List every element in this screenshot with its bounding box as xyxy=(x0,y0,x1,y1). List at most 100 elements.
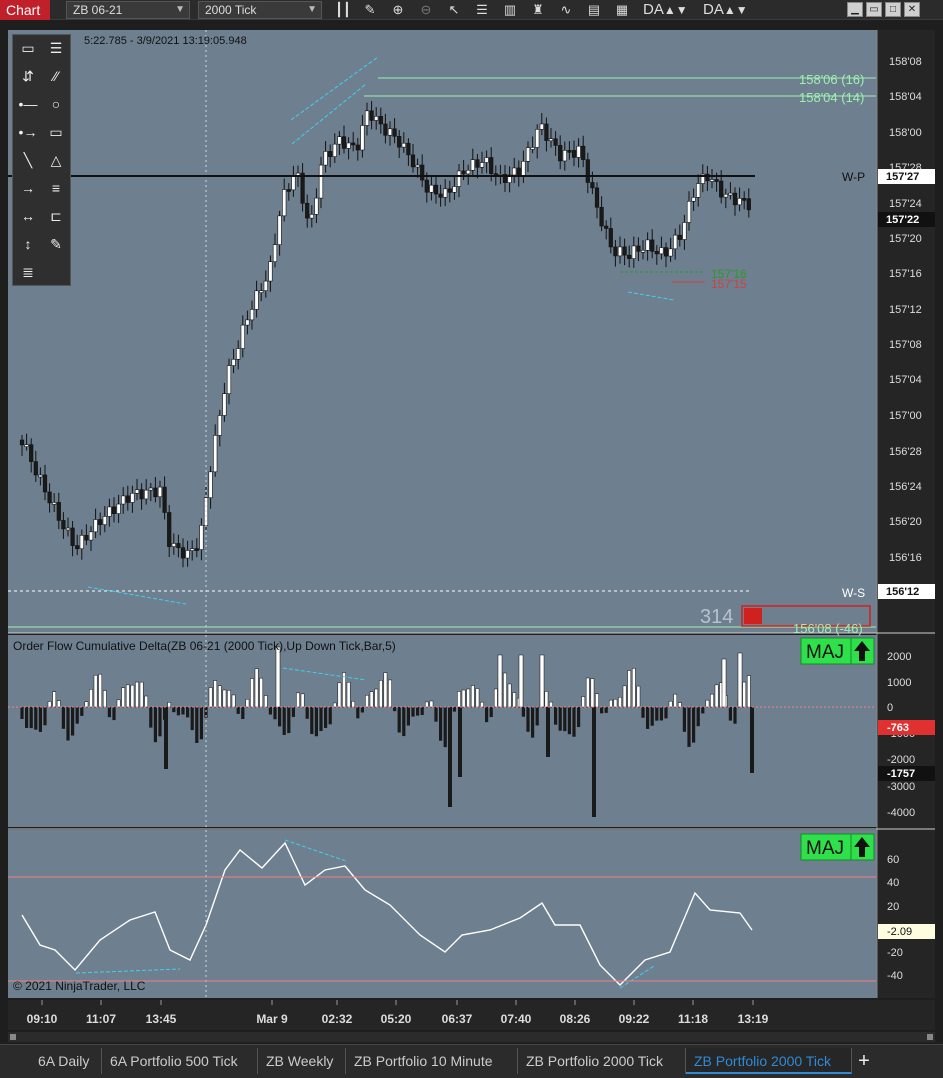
line-chart-icon[interactable]: ∿ xyxy=(557,1,575,19)
instrument-selector[interactable]: ZB 06-21 ▼ xyxy=(66,1,190,19)
price-tick-label: 156'16 xyxy=(889,552,922,564)
time-tick-label: Mar 9 xyxy=(256,1012,288,1026)
candle-body xyxy=(111,506,117,514)
candle-body xyxy=(415,164,420,168)
delta-bar xyxy=(337,682,342,708)
delta-bar xyxy=(332,702,337,708)
level-label: 158'06 (16) xyxy=(799,72,864,87)
candle-body xyxy=(162,486,167,513)
candle-body xyxy=(240,324,245,349)
zoom-in-icon[interactable]: ⊕ xyxy=(389,1,407,19)
horizontal-scrollbar[interactable] xyxy=(8,1032,935,1042)
pencil-icon[interactable]: ✎ xyxy=(361,1,379,19)
rectangle-icon[interactable]: ▭ xyxy=(44,120,68,144)
extended-line-icon[interactable]: ╲ xyxy=(16,148,40,172)
price-panel[interactable] xyxy=(8,30,877,633)
candle-body xyxy=(93,519,98,533)
vertical-line-icon[interactable]: ↕ xyxy=(16,232,40,256)
da-label: DA xyxy=(703,1,724,18)
delta-indicator-title: Order Flow Cumulative Delta(ZB 06-21 (20… xyxy=(13,639,396,653)
add-tab-icon[interactable]: + xyxy=(852,1048,876,1074)
delta-bar xyxy=(245,699,250,708)
horizontal-ray-icon[interactable]: ↔ xyxy=(16,204,40,228)
delta-bar xyxy=(728,707,732,721)
delta-panel[interactable] xyxy=(8,635,877,827)
copyright-text: © 2021 NinjaTrader, LLC xyxy=(13,979,146,993)
tab-zb-portfolio-2000[interactable]: ZB Portfolio 2000 Tick xyxy=(518,1048,686,1074)
da-button-2[interactable]: DA▲▼ xyxy=(703,1,748,19)
delta-bar xyxy=(461,689,466,708)
delta-bar xyxy=(259,677,264,708)
svg-text:MAJ: MAJ xyxy=(806,838,844,859)
level-label: 156'08 (-46) xyxy=(793,621,863,636)
region-icon[interactable]: ⊏ xyxy=(44,204,68,228)
delta-bar xyxy=(558,707,562,731)
data-box-icon[interactable]: ▥ xyxy=(501,1,519,19)
delta-bar xyxy=(273,707,277,720)
tab-6a-portfolio-500[interactable]: 6A Portfolio 500 Tick xyxy=(102,1048,258,1074)
arrow-line-icon[interactable]: → xyxy=(16,176,40,200)
delta-bar xyxy=(733,707,737,724)
scroll-left-icon[interactable] xyxy=(10,1034,16,1040)
properties-icon[interactable]: ☰ xyxy=(473,1,491,19)
zoom-out-icon[interactable]: ⊖ xyxy=(417,1,435,19)
tab-zb-portfolio-2000-active[interactable]: ZB Portfolio 2000 Tick xyxy=(686,1048,852,1074)
more-icon[interactable]: ≣ xyxy=(16,260,40,284)
ray-icon[interactable]: •→ xyxy=(16,120,40,144)
candle-body xyxy=(659,247,664,255)
pointer-icon[interactable]: ↖ xyxy=(445,1,463,19)
strategy-icon[interactable]: ♜ xyxy=(529,1,547,19)
delta-bar xyxy=(369,691,374,708)
chart-header-timestamp: 5:22.785 - 3/9/2021 13:19:05.948 xyxy=(84,35,247,47)
candle-body xyxy=(581,145,586,160)
candle-body xyxy=(604,225,609,229)
delta-bar xyxy=(208,687,213,708)
close-icon[interactable]: ✕ xyxy=(904,2,920,17)
da-button-1[interactable]: DA▲▼ xyxy=(643,1,688,19)
drawing-tools-palette: ▭ ☰ ⇵ ⁄⁄ •— ○ •→ ▭ ╲ △ → ≡ ↔ ⊏ ↕ ✎ ≣ xyxy=(12,34,71,286)
restore-icon[interactable]: ▭ xyxy=(866,2,882,17)
candle-body xyxy=(539,123,544,130)
candle-body xyxy=(447,188,452,193)
notes-icon[interactable]: ▤ xyxy=(585,1,603,19)
delta-bar xyxy=(448,707,452,807)
candlestick-icon[interactable]: ┃┃ xyxy=(334,1,352,19)
candle-body xyxy=(562,150,567,162)
line-icon[interactable]: ⁄⁄ xyxy=(44,64,68,88)
candle-body xyxy=(668,248,673,257)
candle-body xyxy=(190,548,195,551)
fib-retracement-icon[interactable]: ≡ xyxy=(44,176,68,200)
bar-type-selector[interactable]: 2000 Tick ▼ xyxy=(198,1,322,19)
menu-icon[interactable]: ☰ xyxy=(44,36,68,60)
time-tick-label: 09:22 xyxy=(619,1012,650,1026)
candle-body xyxy=(79,535,84,550)
chart-canvas[interactable]: 5:22.785 - 3/9/2021 13:19:05.948 W-P W-S… xyxy=(0,20,943,1044)
maximize-icon[interactable]: □ xyxy=(885,2,901,17)
tab-6a-daily[interactable]: 6A Daily xyxy=(30,1048,102,1074)
delta-bar xyxy=(439,707,443,741)
scroll-icon[interactable]: ▦ xyxy=(613,1,631,19)
delta-bar xyxy=(291,707,295,717)
candle-body xyxy=(355,144,360,151)
pencil-icon[interactable]: ✎ xyxy=(44,232,68,256)
delta-bar xyxy=(590,678,595,708)
candle-body xyxy=(309,214,314,219)
ruler-icon[interactable]: ▭ xyxy=(16,36,40,60)
ellipse-icon[interactable]: ○ xyxy=(44,92,68,116)
candle-body xyxy=(75,545,80,550)
oscillator-panel[interactable] xyxy=(8,830,877,998)
tab-zb-weekly[interactable]: ZB Weekly xyxy=(258,1048,346,1074)
tab-zb-portfolio-10min[interactable]: ZB Portfolio 10 Minute xyxy=(346,1048,518,1074)
risk-reward-icon[interactable]: ⇵ xyxy=(16,64,40,88)
scroll-right-icon[interactable] xyxy=(927,1034,933,1040)
candle-body xyxy=(420,164,425,181)
time-tick-label: 08:26 xyxy=(560,1012,591,1026)
delta-bar xyxy=(721,658,727,708)
minimize-icon[interactable]: ▁ xyxy=(847,2,863,17)
delta-bar xyxy=(388,679,392,708)
osc-tick-label: 60 xyxy=(887,854,899,866)
delta-bar xyxy=(287,707,291,734)
triangle-icon[interactable]: △ xyxy=(44,148,68,172)
horizontal-line-icon[interactable]: •— xyxy=(16,92,40,116)
candle-body xyxy=(305,202,310,219)
